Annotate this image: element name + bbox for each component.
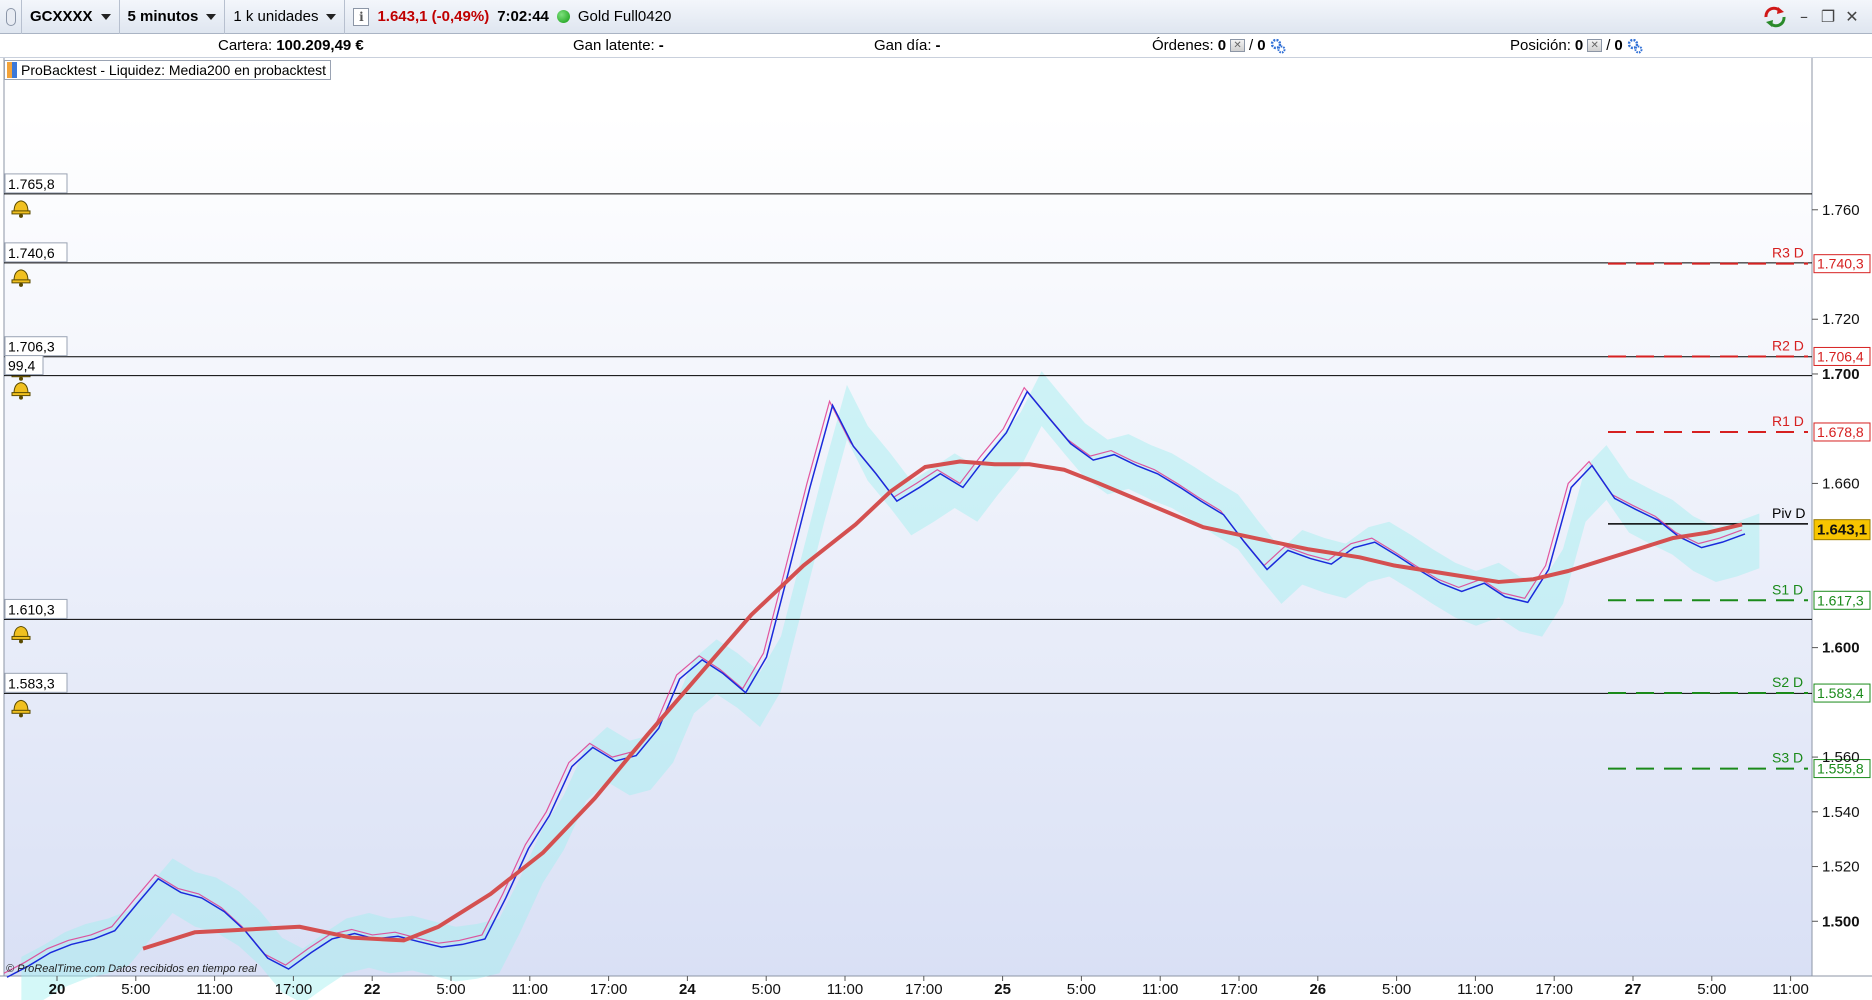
x-tick-label: 27 [1625,981,1642,998]
pivot-name: S2 D [1772,674,1803,690]
position-count: Posición: 0 ✕ / 0 [1510,37,1643,54]
indicator-label[interactable]: ProBacktest - Liquidez: Media200 en prob… [4,60,332,80]
x-tick-label: 11:00 [512,981,548,998]
x-tick-label: 5:00 [436,981,465,998]
x-tick-label: 5:00 [1382,981,1411,998]
alert-label: 1.610,3 [8,601,55,617]
window-controls: – ❐ ✕ [1762,6,1872,28]
account-bar: Cartera: 100.209,49 € Gan latente: - Gan… [0,34,1872,58]
chevron-down-icon [100,13,111,20]
alert-label: 99,4 [8,358,35,374]
alert-label: 1.765,8 [8,176,55,192]
y-tick-label: 1.660 [1822,475,1860,492]
x-tick-label: 11:00 [1772,981,1808,998]
chevron-down-icon [326,13,337,20]
chevron-down-icon [206,13,217,20]
pivot-name: R3 D [1772,245,1804,261]
price-change: 1.643,1 (-0,49%) [377,8,490,25]
x-tick-label: 17:00 [275,981,313,998]
instrument-name: Gold Full0420 [577,8,672,25]
close-position-icon[interactable]: ✕ [1587,39,1603,52]
x-tick-label: 5:00 [752,981,781,998]
plot-header-strip [0,80,1872,114]
minimize-icon[interactable]: – [1796,8,1812,25]
quote-info: i 1.643,1 (-0,49%) 7:02:44 Gold Full0420 [345,0,679,34]
x-tick-label: 17:00 [1535,981,1573,998]
x-tick-label: 17:00 [905,981,943,998]
y-tick-label: 1.500 [1822,913,1860,930]
alert-label: 1.583,3 [8,675,55,691]
chart-toolbar: GCXXXX 5 minutos 1 k unidades i 1.643,1 … [0,0,1872,34]
symbol-label: GCXXXX [30,8,93,25]
quote-time: 7:02:44 [497,8,549,25]
unrealized-gain: Gan latente: - [573,37,664,54]
x-tick-label: 17:00 [1220,981,1258,998]
pivot-name: S3 D [1772,750,1803,766]
orders-count: Órdenes: 0 ✕ / 0 [1152,37,1286,54]
timeframe-dropdown[interactable]: 5 minutos [120,0,226,34]
data-source-note: © ProRealTime.com Datos recibidos en tie… [6,963,257,975]
pivot-name: Piv D [1772,505,1805,521]
x-tick-label: 11:00 [1457,981,1493,998]
last-price-label: 1.643,1 [1817,522,1867,539]
x-tick-label: 11:00 [196,981,232,998]
cancel-orders-icon[interactable]: ✕ [1230,39,1246,52]
pivot-value-label: 1.617,3 [1817,592,1864,608]
x-tick-label: 17:00 [590,981,628,998]
y-tick-label: 1.600 [1822,640,1860,657]
x-tick-label: 25 [994,981,1011,998]
pivot-value-label: 1.583,4 [1817,685,1864,701]
indicator-color-icon [7,62,17,78]
y-tick-label: 1.520 [1822,859,1860,876]
pivot-value-label: 1.678,8 [1817,424,1864,440]
timeframe-label: 5 minutos [127,8,199,25]
gear-icon[interactable] [1270,38,1286,54]
price-chart[interactable]: 1.765,8 1.740,6 1.706,3 99,4 1.610,3 1.583,3 R… [0,0,1872,1000]
alert-label: 1.706,3 [8,339,55,355]
x-tick-label: 11:00 [1142,981,1178,998]
pivot-name: S1 D [1772,581,1803,597]
pivot-name: R1 D [1772,413,1804,429]
portfolio-value: Cartera: 100.209,49 € [218,37,364,54]
restore-icon[interactable]: ❐ [1820,8,1836,25]
x-tick-label: 26 [1309,981,1326,998]
gear-icon[interactable] [1627,38,1643,54]
units-dropdown[interactable]: 1 k unidades [225,0,346,34]
x-tick-label: 5:00 [1067,981,1096,998]
daily-gain: Gan día: - [874,37,941,54]
x-tick-label: 5:00 [1697,981,1726,998]
y-tick-label: 1.700 [1822,366,1860,383]
pivot-value-label: 1.706,4 [1817,348,1864,364]
pivot-name: R2 D [1772,337,1804,353]
x-tick-label: 5:00 [121,981,150,998]
x-tick-label: 24 [679,981,696,998]
x-tick-label: 11:00 [827,981,863,998]
y-tick-label: 1.560 [1822,749,1860,766]
toolbar-grip[interactable] [0,0,22,34]
status-dot-icon [556,10,570,23]
info-icon[interactable]: i [353,7,370,26]
y-tick-label: 1.760 [1822,202,1860,219]
close-icon[interactable]: ✕ [1844,8,1860,25]
x-tick-label: 20 [49,981,66,998]
y-tick-label: 1.720 [1822,311,1860,328]
pivot-value-label: 1.740,3 [1817,256,1864,272]
plot-area[interactable] [4,114,1812,976]
symbol-dropdown[interactable]: GCXXXX [22,0,120,34]
prorealtime-chart-window: 1.765,8 1.740,6 1.706,3 99,4 1.610,3 1.583,3 R… [0,0,1872,1000]
x-tick-label: 22 [364,981,381,998]
alert-label: 1.740,6 [8,245,55,261]
y-tick-label: 1.540 [1822,804,1860,821]
sync-icon[interactable] [1762,6,1788,28]
units-label: 1 k unidades [233,8,319,25]
